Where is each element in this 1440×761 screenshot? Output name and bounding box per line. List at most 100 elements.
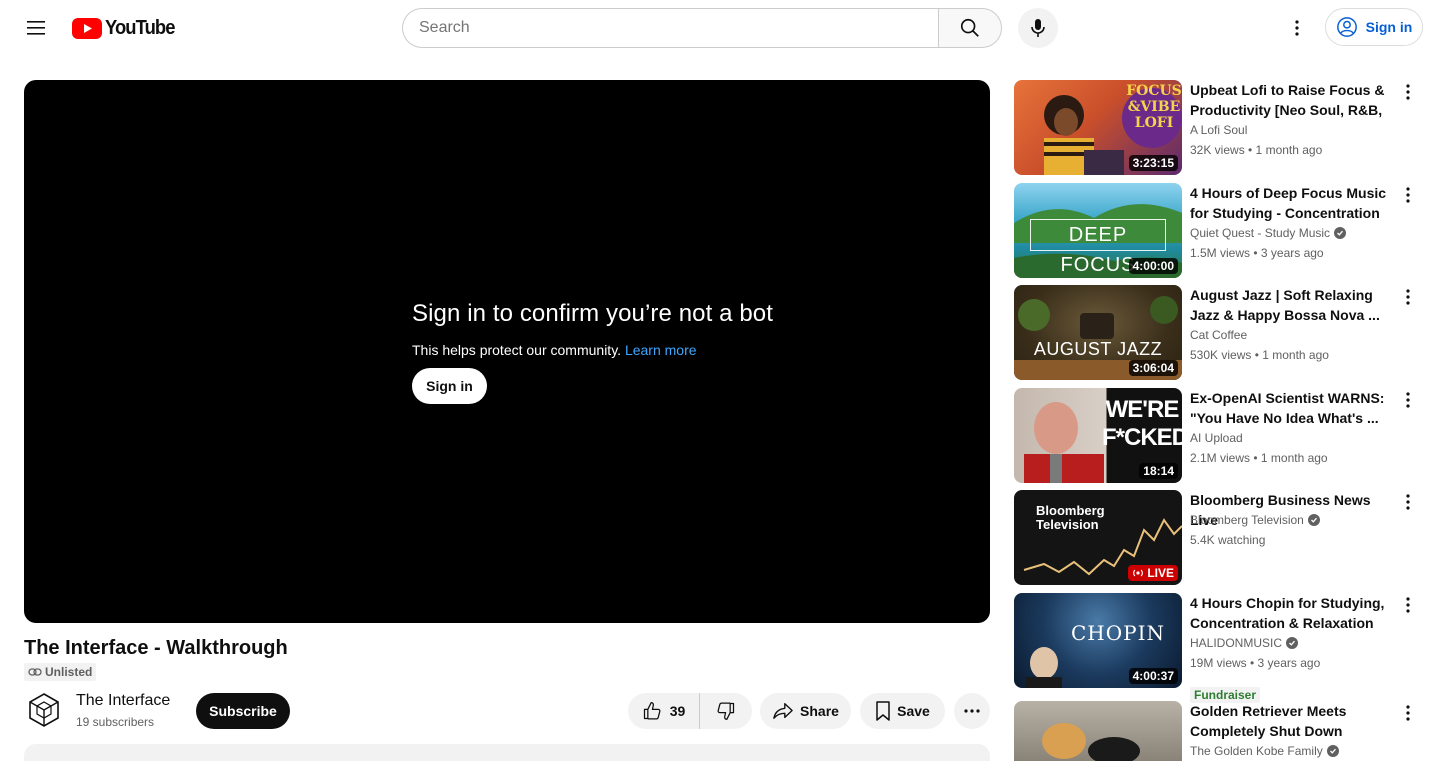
microphone-icon xyxy=(1031,19,1045,37)
recommendation-title[interactable]: Golden Retriever Meets Completely Shut D… xyxy=(1190,701,1395,741)
recommendation-item[interactable]: DEEP FOCUS 4:00:00 4 Hours of Deep Focus… xyxy=(1014,183,1424,278)
share-label: Share xyxy=(800,703,839,719)
recommendation-thumbnail[interactable]: FOCUS &VIBE LOFI 3:23:15 xyxy=(1014,80,1182,175)
recommendation-item[interactable]: Bloomberg Television LIVE Bloomberg Busi… xyxy=(1014,490,1424,585)
kebab-icon xyxy=(1406,597,1410,613)
search-button[interactable] xyxy=(938,8,1002,48)
youtube-logo[interactable]: YouTube xyxy=(72,17,181,40)
channel-label: The Golden Kobe Family xyxy=(1190,744,1323,758)
unlisted-label: Unlisted xyxy=(45,665,93,679)
channel-subscriber-count: 19 subscribers xyxy=(76,715,155,729)
kebab-icon xyxy=(1295,20,1299,36)
channel-label: HALIDONMUSIC xyxy=(1190,636,1283,650)
bot-check-message: Sign in to confirm you’re not a bot This… xyxy=(412,300,773,404)
subscribe-button[interactable]: Subscribe xyxy=(196,693,290,729)
recommendation-meta: 5.4K watching xyxy=(1190,533,1266,547)
dislike-button[interactable] xyxy=(700,693,752,729)
more-actions-button[interactable] xyxy=(954,693,990,729)
recommendation-thumbnail[interactable]: AUGUST JAZZ 3:06:04 xyxy=(1014,285,1182,380)
video-player[interactable]: Sign in to confirm you’re not a bot This… xyxy=(24,80,990,623)
channel-label: Quiet Quest - Study Music xyxy=(1190,226,1331,240)
recommendation-title[interactable]: Ex-OpenAI Scientist WARNS: "You Have No … xyxy=(1190,388,1395,428)
video-duration: 4:00:37 xyxy=(1128,668,1178,684)
channel-label: Cat Coffee xyxy=(1190,328,1248,342)
thumbnail-text: WE'RE F*CKED xyxy=(1102,396,1182,451)
recommendation-channel[interactable]: HALIDONMUSIC xyxy=(1190,636,1299,650)
channel-name[interactable]: The Interface xyxy=(76,692,170,710)
bot-check-title: Sign in to confirm you’re not a bot xyxy=(412,300,774,327)
video-duration: 18:14 xyxy=(1139,463,1178,479)
recommendation-meta: 530K views • 1 month ago xyxy=(1190,348,1329,362)
account-icon xyxy=(1336,17,1357,37)
recommendation-title[interactable]: 4 Hours of Deep Focus Music for Studying… xyxy=(1190,183,1395,223)
recommendation-menu-button[interactable] xyxy=(1398,80,1418,104)
masthead: YouTube Sign in xyxy=(0,0,1440,56)
recommendation-channel[interactable]: Quiet Quest - Study Music xyxy=(1190,226,1347,240)
verified-check-icon xyxy=(1286,637,1299,649)
recommendation-item[interactable]: FOCUS &VIBE LOFI 3:23:15 Upbeat Lofi to … xyxy=(1014,80,1424,175)
thumbnail-text: Bloomberg Television xyxy=(1036,503,1105,532)
bot-check-subtitle: This helps protect our community. Learn … xyxy=(412,342,773,358)
live-broadcast-icon xyxy=(1133,569,1144,577)
video-duration: 4:00:00 xyxy=(1128,258,1178,274)
save-button[interactable]: Save xyxy=(860,693,945,729)
recommendation-title[interactable]: August Jazz | Soft Relaxing Jazz & Happy… xyxy=(1190,285,1395,325)
logo-text: YouTube xyxy=(105,17,175,39)
recommendation-meta: 19M views • 3 years ago xyxy=(1190,656,1321,670)
ellipsis-icon xyxy=(964,709,980,713)
live-badge: LIVE xyxy=(1128,565,1178,581)
recommendation-item[interactable]: Golden Retriever Meets Completely Shut D… xyxy=(1014,701,1424,761)
recommendation-thumbnail[interactable]: Bloomberg Television LIVE xyxy=(1014,490,1182,585)
thumbnail-text: DEEP FOCUS xyxy=(1030,219,1166,276)
recommendation-menu-button[interactable] xyxy=(1398,285,1418,309)
voice-search-button[interactable] xyxy=(1018,8,1058,48)
recommendation-title[interactable]: 4 Hours Chopin for Studying, Concentrati… xyxy=(1190,593,1395,633)
recommendation-menu-button[interactable] xyxy=(1398,490,1418,514)
guide-menu-button[interactable] xyxy=(16,8,56,48)
recommendation-thumbnail[interactable]: DEEP FOCUS 4:00:00 xyxy=(1014,183,1182,278)
thumbnail-text: CHOPIN xyxy=(1071,621,1165,645)
learn-more-link[interactable]: Learn more xyxy=(625,342,697,358)
recommendation-channel[interactable]: The Golden Kobe Family xyxy=(1190,744,1339,758)
recommendation-item[interactable]: WE'RE F*CKED 18:14 Ex-OpenAI Scientist W… xyxy=(1014,388,1424,483)
recommendation-thumbnail[interactable]: CHOPIN 4:00:37 xyxy=(1014,593,1182,688)
unlisted-badge: Unlisted xyxy=(24,663,97,681)
recommendation-item[interactable]: AUGUST JAZZ 3:06:04 August Jazz | Soft R… xyxy=(1014,285,1424,380)
channel-avatar[interactable] xyxy=(24,690,64,730)
kebab-icon xyxy=(1406,289,1410,305)
verified-check-icon xyxy=(1334,227,1347,239)
share-icon xyxy=(773,703,793,719)
channel-label: AI Upload xyxy=(1190,431,1243,445)
recommendation-title[interactable]: Upbeat Lofi to Raise Focus & Productivit… xyxy=(1190,80,1395,120)
search-input[interactable] xyxy=(419,19,939,37)
recommendation-menu-button[interactable] xyxy=(1398,593,1418,617)
save-label: Save xyxy=(897,703,930,719)
like-button[interactable]: 39 xyxy=(628,693,700,729)
search-icon xyxy=(960,18,979,37)
kebab-icon xyxy=(1406,84,1410,100)
recommendation-channel[interactable]: A Lofi Soul xyxy=(1190,123,1247,137)
recommendation-thumbnail[interactable]: WE'RE F*CKED 18:14 xyxy=(1014,388,1182,483)
link-icon xyxy=(28,668,42,676)
thumbnail-text: FOCUS &VIBE LOFI xyxy=(1126,83,1182,131)
recommendation-menu-button[interactable] xyxy=(1398,701,1418,725)
recommendation-channel[interactable]: Cat Coffee xyxy=(1190,328,1247,342)
kebab-icon xyxy=(1406,392,1410,408)
player-sign-in-button[interactable]: Sign in xyxy=(412,368,487,404)
recommendation-channel[interactable]: AI Upload xyxy=(1190,431,1243,445)
settings-more-button[interactable] xyxy=(1277,8,1317,48)
live-label: LIVE xyxy=(1147,566,1174,580)
sign-in-button[interactable]: Sign in xyxy=(1325,8,1423,46)
verified-check-icon xyxy=(1326,745,1339,757)
kebab-icon xyxy=(1406,705,1410,721)
recommendation-channel[interactable]: Bloomberg Television xyxy=(1190,513,1320,527)
description-panel[interactable] xyxy=(24,744,990,761)
video-title: The Interface - Walkthrough xyxy=(24,637,288,659)
recommendation-thumbnail[interactable] xyxy=(1014,701,1182,761)
dog-illustration xyxy=(1042,723,1140,761)
share-button[interactable]: Share xyxy=(760,693,851,729)
recommendation-menu-button[interactable] xyxy=(1398,183,1418,207)
recommendation-meta: 1.5M views • 3 years ago xyxy=(1190,246,1324,260)
recommendation-menu-button[interactable] xyxy=(1398,388,1418,412)
recommendation-item[interactable]: CHOPIN 4:00:37 4 Hours Chopin for Studyi… xyxy=(1014,593,1424,703)
